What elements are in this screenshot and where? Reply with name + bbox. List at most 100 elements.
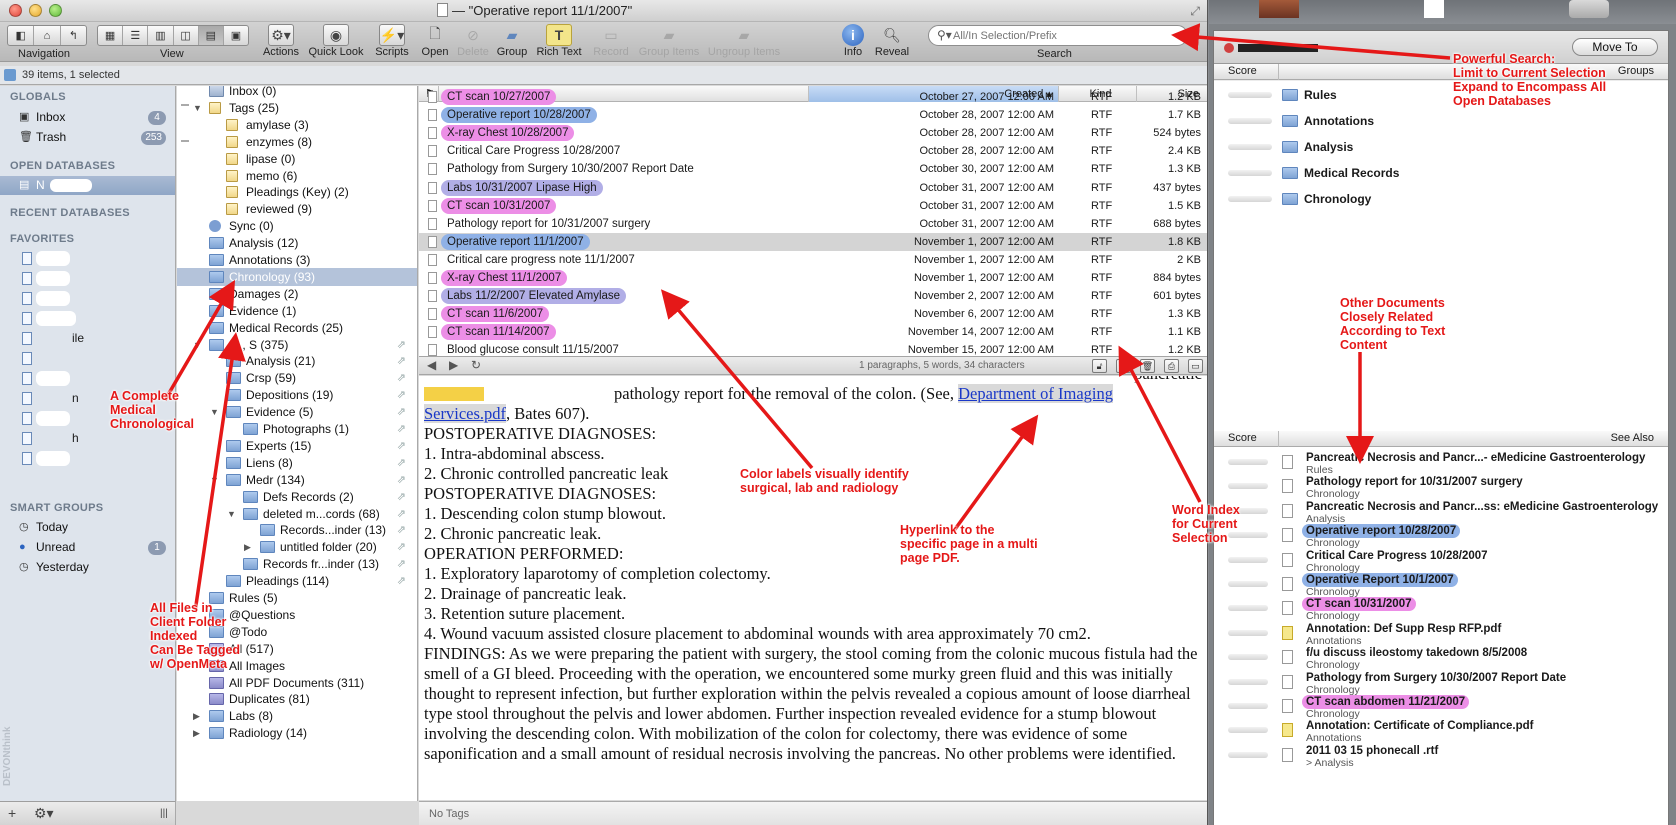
close-panel-button[interactable]	[1224, 43, 1234, 53]
group-row[interactable]: Experts (15) ⇗	[177, 437, 417, 455]
ungroup-items-button[interactable]: ▰ Ungroup Items	[704, 22, 784, 62]
groups-header[interactable]: Groups	[1618, 65, 1654, 77]
group-row[interactable]: Records fr...inder (13) ⇗	[177, 555, 417, 573]
favorite-doc-icon[interactable]	[22, 272, 32, 285]
group-button[interactable]: ▰ Group	[494, 22, 530, 62]
favorite-doc-icon[interactable]	[22, 252, 32, 265]
record-button[interactable]: ▭ Record	[588, 22, 634, 62]
group-row[interactable]: ▶ Labs (8)	[177, 707, 417, 725]
close-window-button[interactable]	[9, 4, 22, 17]
favorite-doc-icon[interactable]	[22, 292, 32, 305]
group-row[interactable]: Evidence (1)	[177, 302, 417, 320]
disclosure-triangle-icon[interactable]: ▼	[210, 471, 219, 489]
group-row[interactable]: All PDF Documents (311)	[177, 674, 417, 692]
sidebar-item-yesterday[interactable]: ◷ Yesterday	[0, 558, 175, 577]
lock-icon[interactable]: 🔓︎	[1092, 359, 1107, 373]
group-row[interactable]: Pleadings (Key) (2)	[177, 183, 417, 201]
table-row[interactable]: Operative report 10/28/2007 October 28, 2…	[419, 106, 1207, 124]
group-row[interactable]: Analysis (21) ⇗	[177, 352, 417, 370]
group-row[interactable]: ▼ Evidence (5) ⇗	[177, 403, 417, 421]
sidebar-item-inbox[interactable]: ▣ Inbox 4	[0, 108, 175, 127]
group-row[interactable]: reviewed (9)	[177, 200, 417, 218]
group-row[interactable]: ▶ Radiology (14)	[177, 724, 417, 742]
zoom-window-button[interactable]	[49, 4, 62, 17]
suggested-group-row[interactable]: Annotations	[1214, 109, 1668, 133]
view-three-pane-icon[interactable]: ▤	[198, 26, 224, 45]
add-icon[interactable]: +	[8, 805, 16, 821]
forward-arrow-icon[interactable]: ▶	[449, 358, 458, 372]
group-row[interactable]: Defs Records (2) ⇗	[177, 488, 417, 506]
group-row[interactable]: Liens (8) ⇗	[177, 454, 417, 472]
gear-icon[interactable]: ⚙▾	[34, 805, 54, 822]
group-row[interactable]: ▼ Tags (25)	[177, 99, 417, 117]
actions-button[interactable]: ⚙▾ Actions	[258, 22, 304, 62]
quick-look-button[interactable]: ◉ Quick Look	[306, 22, 366, 62]
group-row[interactable]: Records...inder (13) ⇗	[177, 521, 417, 539]
table-row[interactable]: Labs 10/31/2007 Lipase High October 31, 2…	[419, 179, 1207, 197]
favorite-doc-icon[interactable]	[22, 332, 32, 345]
group-row[interactable]: Photographs (1) ⇗	[177, 420, 417, 438]
group-row[interactable]: amylase (3)	[177, 116, 417, 134]
sidebar-toggle-icon[interactable]: ▭	[1188, 359, 1203, 373]
disclosure-triangle-icon[interactable]: ▶	[193, 707, 200, 725]
info-button[interactable]: i Info	[838, 22, 868, 62]
table-row[interactable]: Pathology from Surgery 10/30/2007 Report…	[419, 160, 1207, 178]
group-row[interactable]: Sync (0)	[177, 217, 417, 235]
up-icon[interactable]: ↰	[61, 26, 86, 45]
sidebar-item-unread[interactable]: ● Unread 1	[0, 538, 175, 557]
table-row[interactable]: CT scan 10/27/2007 October 27, 2007 12:00…	[419, 88, 1207, 106]
table-row[interactable]: X-ray Chest 11/1/2007 November 1, 2007 12…	[419, 269, 1207, 287]
group-row[interactable]: ▼ M , S (375) ⇗	[177, 336, 417, 354]
group-row[interactable]: Chronology (93)	[177, 267, 417, 286]
view-columns-icon[interactable]: ▥	[148, 26, 174, 45]
group-row[interactable]: ▼ deleted m...cords (68) ⇗	[177, 505, 417, 523]
printer-icon[interactable]: ⎙	[1164, 359, 1179, 373]
favorite-doc-icon[interactable]	[22, 392, 32, 405]
sidebar-item-open-database[interactable]: ▤ N	[0, 176, 175, 195]
group-row[interactable]: lipase (0)	[177, 150, 417, 168]
group-row[interactable]: Crsp (59) ⇗	[177, 369, 417, 387]
see-also-item[interactable]: Pancreatic Necrosis and Pancr...- eMedic…	[1214, 451, 1668, 477]
see-also-item[interactable]: Pathology from Surgery 10/30/2007 Report…	[1214, 671, 1668, 697]
see-also-item[interactable]: Pathology report for 10/31/2007 surgery C…	[1214, 475, 1668, 501]
favorite-doc-icon[interactable]	[22, 372, 32, 385]
trash-icon[interactable]: 🗑︎	[1140, 359, 1155, 373]
disclosure-triangle-icon[interactable]: ▶	[193, 724, 200, 742]
table-row[interactable]: CT scan 11/6/2007 November 6, 2007 12:00 …	[419, 305, 1207, 323]
favorite-doc-icon[interactable]	[22, 412, 32, 425]
suggested-group-row[interactable]: Analysis	[1214, 135, 1668, 159]
table-row[interactable]: CT scan 11/14/2007 November 14, 2007 12:0…	[419, 323, 1207, 341]
disclosure-triangle-icon[interactable]: ▼	[210, 403, 219, 421]
group-items-button[interactable]: ▰ Group Items	[634, 22, 704, 62]
favorite-doc-icon[interactable]	[22, 312, 32, 325]
view-icons-icon[interactable]: ▦	[98, 26, 124, 45]
disclosure-triangle-icon[interactable]: ▼	[193, 336, 202, 354]
disclosure-triangle-icon[interactable]: ▶	[244, 538, 251, 556]
suggested-group-row[interactable]: Medical Records	[1214, 161, 1668, 185]
resize-handle-icon[interactable]: |||	[160, 808, 168, 819]
table-row[interactable]: Blood glucose consult 11/15/2007 November…	[419, 341, 1207, 356]
view-split-icon[interactable]: ◫	[174, 26, 199, 45]
sidebar-item-trash[interactable]: 🗑︎ Trash 253	[0, 128, 175, 147]
score-header[interactable]: Score	[1228, 65, 1257, 77]
group-row[interactable]: ▶ untitled folder (20) ⇗	[177, 538, 417, 556]
group-row[interactable]: Depositions (19) ⇗	[177, 386, 417, 404]
table-row[interactable]: Labs 11/2/2007 Elevated Amylase November …	[419, 287, 1207, 305]
reveal-button[interactable]: 🔍︎ Reveal	[872, 22, 912, 62]
favorite-doc-icon[interactable]	[22, 352, 32, 365]
table-row[interactable]: X-ray Chest 10/28/2007 October 28, 2007 1…	[419, 124, 1207, 142]
view-list-icon[interactable]: ☰	[123, 26, 149, 45]
group-row[interactable]: Annotations (3)	[177, 251, 417, 269]
see-also-item[interactable]: Critical Care Progress 10/28/2007 Chronol…	[1214, 549, 1668, 575]
see-also-item[interactable]: Annotation: Certificate of Compliance.pd…	[1214, 719, 1668, 745]
home-icon[interactable]: ⌂	[34, 26, 61, 45]
table-row[interactable]: Operative report 11/1/2007 November 1, 20…	[419, 232, 1207, 251]
disclosure-triangle-icon[interactable]: ▼	[193, 99, 202, 117]
open-button[interactable]: 🗋 Open	[418, 22, 452, 62]
group-row[interactable]: memo (6)	[177, 167, 417, 185]
table-row[interactable]: Pathology report for 10/31/2007 surgery O…	[419, 215, 1207, 233]
see-also-item[interactable]: Operative report 10/28/2007 Chronology	[1214, 524, 1668, 550]
fullscreen-icon[interactable]: ⤢	[1190, 4, 1200, 19]
rich-text-button[interactable]: T Rich Text	[534, 22, 584, 62]
scripts-button[interactable]: ⚡▾ Scripts	[370, 22, 414, 62]
